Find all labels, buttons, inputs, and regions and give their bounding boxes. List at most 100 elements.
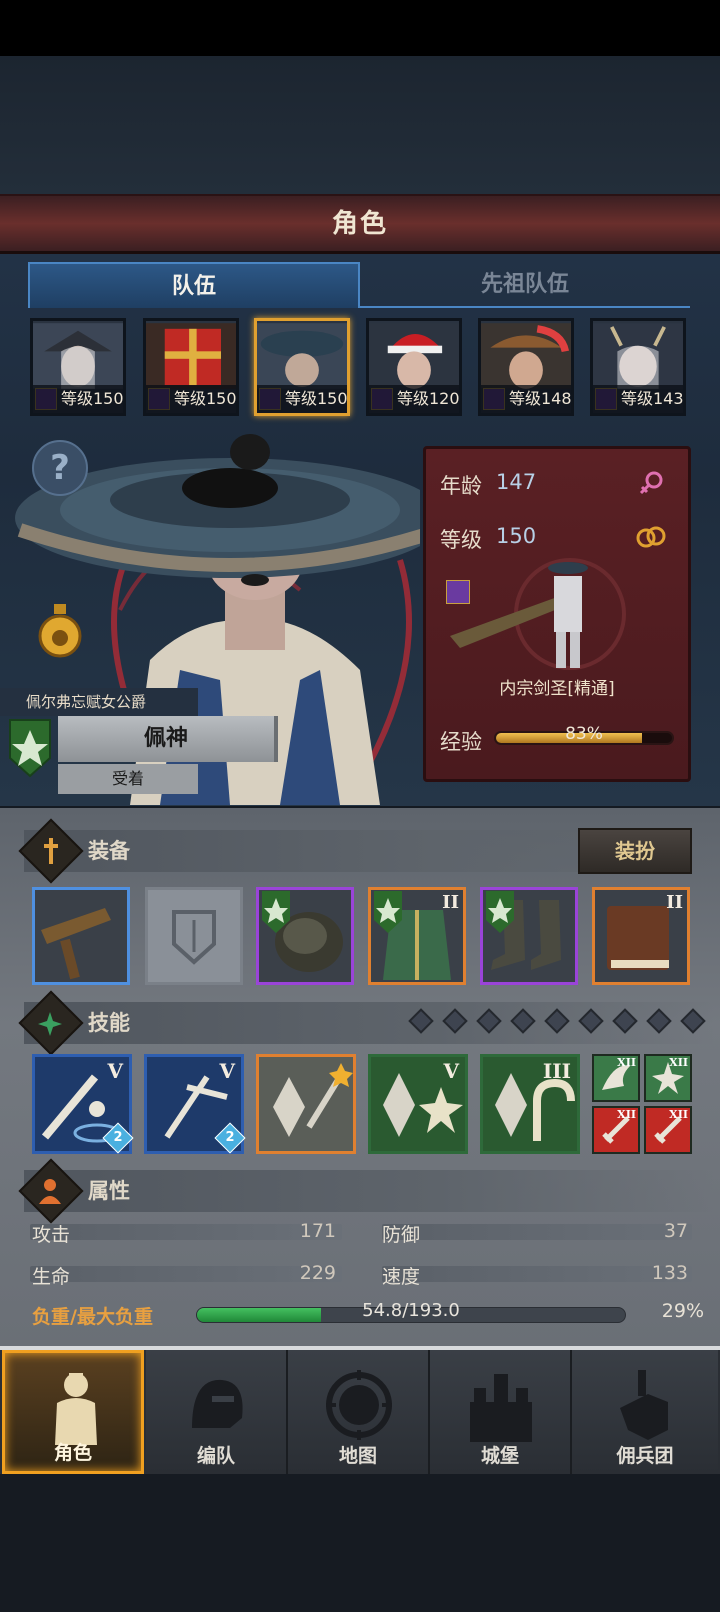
skill-tier: III — [542, 1059, 571, 1083]
load-percent: 29% — [661, 1300, 704, 1322]
knight-icon — [55, 1373, 97, 1445]
party-member-level: 等级150 — [257, 385, 347, 413]
age-label: 年龄 — [440, 474, 482, 498]
passive-skill-4[interactable]: XII — [644, 1106, 692, 1154]
skill-charge-count: 2 — [225, 1130, 235, 1145]
nav-map[interactable]: 地图 — [288, 1350, 430, 1474]
tab-party[interactable]: 队伍 — [28, 262, 360, 308]
party-member-3-selected[interactable]: 等级150 — [254, 318, 350, 416]
nav-label: 城堡 — [480, 1445, 519, 1467]
passive-skill-2[interactable]: XII — [644, 1054, 692, 1102]
party-member-6[interactable]: 等级143 — [590, 318, 686, 416]
party-member-5[interactable]: 等级148 — [478, 318, 574, 416]
crystal-arrow-icon — [273, 1063, 353, 1137]
party-member-4[interactable]: 等级120 — [366, 318, 462, 416]
attack-label: 攻击 — [32, 1224, 71, 1246]
equip-slot-shield-empty[interactable] — [145, 887, 243, 985]
level-value: 150 — [496, 524, 537, 548]
equip-slot-book[interactable]: II — [592, 887, 690, 985]
equipment-title: 装备 — [88, 839, 130, 863]
party-member-level: 等级150 — [33, 385, 123, 413]
skill-slot-1[interactable]: V 2 — [32, 1054, 134, 1154]
load-label: 负重/最大负重 — [32, 1306, 153, 1328]
attributes-section-header: 属性 — [18, 1158, 714, 1224]
tab-ancestor-party[interactable]: 先祖队伍 — [360, 262, 690, 308]
skills-section-header: 技能 — [18, 990, 714, 1056]
dagger-icon — [44, 838, 58, 864]
passive-skill-1[interactable]: XII — [592, 1054, 640, 1102]
age-value: 147 — [496, 470, 537, 494]
equip-slot-weapon[interactable] — [32, 887, 130, 985]
defense-value: 37 — [663, 1220, 688, 1242]
portrait-giftbox-icon — [146, 323, 236, 389]
rings-icon — [636, 526, 666, 548]
hero-full-body-icon — [450, 558, 626, 670]
guild-shield-icon — [374, 891, 402, 933]
portrait-antlers-icon — [593, 323, 683, 389]
hp-value: 229 — [299, 1262, 336, 1284]
party-member-level: 等级148 — [481, 385, 571, 413]
passive-tier: XII — [669, 1056, 688, 1069]
exp-value: 83% — [565, 724, 603, 744]
equip-slot-helmet[interactable] — [256, 887, 354, 985]
portrait-feather-hat-icon — [481, 323, 571, 389]
hero-status: 受着 — [58, 764, 198, 794]
nav-label: 角色 — [53, 1442, 92, 1464]
speed-value: 133 — [651, 1262, 688, 1284]
guild-shield-icon — [262, 891, 290, 933]
castle-icon — [470, 1374, 532, 1442]
skill-slot-4[interactable]: V — [368, 1054, 468, 1154]
female-icon — [639, 471, 663, 495]
passive-tier: XII — [617, 1108, 636, 1121]
attributes-title: 属性 — [88, 1179, 130, 1203]
skill-slot-5[interactable]: III — [480, 1054, 580, 1154]
skill-tier: V — [107, 1059, 123, 1083]
passive-skill-3[interactable]: XII — [592, 1106, 640, 1154]
portrait-straw-hat-icon — [257, 323, 347, 389]
skills-title: 技能 — [88, 1011, 130, 1035]
skill-slot-3[interactable] — [256, 1054, 356, 1154]
level-label: 等级 — [440, 528, 482, 552]
shield-placeholder-icon — [172, 910, 216, 965]
load-value: 54.8/193.0 — [362, 1300, 460, 1321]
nav-castle[interactable]: 城堡 — [430, 1350, 572, 1474]
help-icon[interactable]: ? — [32, 440, 88, 496]
title-bar: 角色 — [0, 194, 720, 254]
party-member-level: 等级143 — [593, 385, 683, 413]
equip-tier: II — [442, 892, 459, 913]
guild-shield-icon — [9, 719, 51, 778]
nav-label: 佣兵团 — [616, 1445, 674, 1467]
skill-tier: V — [443, 1059, 459, 1083]
portrait-santa-hat-icon — [369, 323, 459, 389]
portrait-witch-icon — [33, 323, 123, 389]
hero-title: 佩尔弗忘赋女公爵 — [0, 688, 198, 716]
person-icon — [39, 1179, 61, 1204]
hp-label: 生命 — [32, 1266, 71, 1288]
party-member-2[interactable]: 等级150 — [143, 318, 239, 416]
potion-icon[interactable] — [30, 600, 90, 660]
passive-tier: XII — [669, 1108, 688, 1121]
nav-formation[interactable]: 编队 — [146, 1350, 288, 1474]
nav-character[interactable]: 角色 — [2, 1350, 144, 1474]
star-burst-icon — [38, 1012, 62, 1036]
party-member-level: 等级120 — [369, 385, 459, 413]
bottom-background — [0, 1474, 720, 1612]
class-name: 内宗剑圣[精通] — [499, 679, 615, 699]
skill-tier: V — [219, 1059, 235, 1083]
dress-up-button[interactable]: 装扮 — [578, 828, 692, 874]
skill-slot-2[interactable]: V 2 — [144, 1054, 246, 1154]
equip-slot-boots[interactable] — [480, 887, 578, 985]
fist-banner-icon — [620, 1370, 668, 1440]
hero-name[interactable]: 佩神 — [58, 716, 278, 762]
crossbow-icon — [41, 908, 111, 980]
nav-label: 编队 — [196, 1445, 235, 1467]
nav-mercenary[interactable]: 佣兵团 — [572, 1350, 718, 1474]
guild-shield-icon — [486, 891, 514, 933]
party-member-1[interactable]: 等级150 — [30, 318, 126, 416]
status-bar-area — [0, 0, 720, 56]
equip-slot-armor[interactable]: II — [368, 887, 466, 985]
compass-map-icon — [326, 1370, 392, 1440]
skill-charge-count: 2 — [113, 1130, 123, 1145]
exp-label: 经验 — [440, 730, 482, 754]
passive-tier: XII — [617, 1056, 636, 1069]
